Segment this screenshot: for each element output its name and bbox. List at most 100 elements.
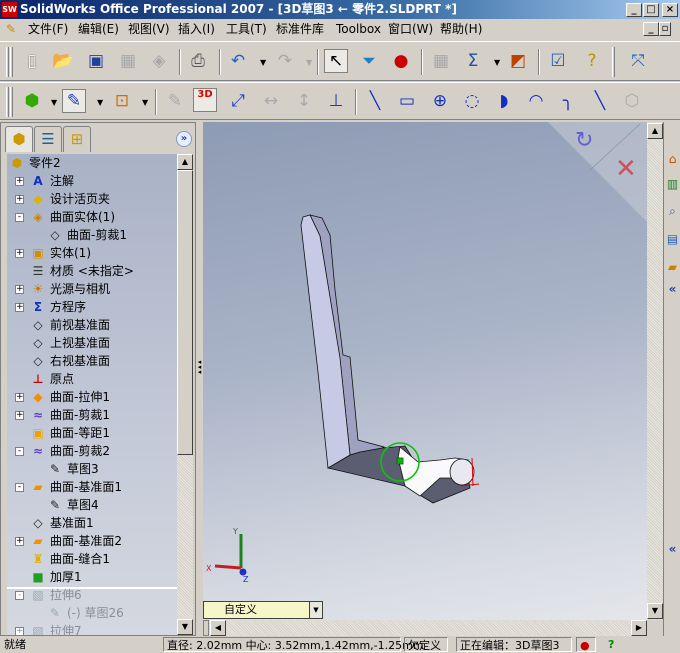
tree-item[interactable]: - ▧ 拉伸6: [15, 586, 82, 604]
document-menu-icon[interactable]: ✎: [4, 19, 18, 40]
exit-sketch-icon[interactable]: ↻: [575, 128, 593, 153]
maximize-button[interactable]: □: [643, 3, 659, 17]
menu-standard-parts[interactable]: 标准件库: [274, 19, 326, 40]
rectangle-icon[interactable]: ▭: [395, 89, 419, 113]
viewport-scroll-left-button[interactable]: ◀: [210, 620, 226, 636]
status-help-icon[interactable]: ?: [608, 637, 614, 652]
tree-item[interactable]: + ☀ 光源与相机: [15, 280, 110, 298]
make-drawing-icon[interactable]: ▦: [116, 49, 140, 73]
doc-restore-button[interactable]: ▫: [659, 22, 671, 36]
centerpoint-arc-icon[interactable]: ◗: [492, 89, 516, 113]
viewport-vertical-scrollbar[interactable]: [647, 122, 663, 620]
tab-featuremanager[interactable]: ⬢: [5, 126, 33, 152]
tree-item[interactable]: ☰ 材质 <未指定>: [15, 262, 134, 280]
tree-item[interactable]: ⊥ 原点: [15, 370, 75, 388]
menu-help[interactable]: 帮助(H): [438, 19, 484, 40]
tree-item[interactable]: ◇ 前视基准面: [15, 316, 110, 334]
home-icon[interactable]: ⌂: [665, 152, 680, 172]
expand-icon[interactable]: +: [15, 302, 24, 312]
undo-dropdown-icon[interactable]: ▼: [260, 58, 266, 67]
vertical-dimension-icon[interactable]: ↕: [292, 89, 316, 113]
reference-geometry-icon[interactable]: ⊡: [110, 89, 134, 113]
task-list-icon[interactable]: ☑: [546, 49, 570, 73]
expand-icon[interactable]: +: [15, 284, 24, 294]
3d-sketch-icon[interactable]: 3D: [193, 88, 217, 112]
tree-item[interactable]: ◇ 曲面-剪裁1: [47, 226, 127, 244]
scroll-down-button[interactable]: ▼: [177, 619, 193, 635]
tree-item[interactable]: + ◆ 曲面-拉伸1: [15, 388, 110, 406]
expand-icon[interactable]: +: [15, 392, 24, 402]
measure-dropdown-icon[interactable]: ▼: [494, 58, 500, 67]
sketch-launch-icon[interactable]: ⤧: [626, 49, 650, 73]
graphics-area[interactable]: Y X Z ↻ ✕ 自定义 ▼: [203, 122, 647, 620]
expand-icon[interactable]: +: [15, 410, 24, 420]
three-point-arc-icon[interactable]: ◠: [524, 89, 548, 113]
smart-dimension-icon[interactable]: ⤢: [226, 89, 250, 113]
sketch-icon[interactable]: ✎: [62, 89, 86, 113]
toolbar-grip[interactable]: [612, 47, 615, 77]
file-explorer-icon[interactable]: ⌕: [665, 204, 680, 224]
tree-item[interactable]: ✎ 草图3: [47, 460, 99, 478]
measure-icon[interactable]: Σ: [461, 49, 485, 73]
close-button[interactable]: ×: [662, 3, 678, 17]
horizontal-dimension-icon[interactable]: ↔: [259, 89, 283, 113]
collapse-icon[interactable]: -: [15, 212, 24, 222]
menu-window[interactable]: 窗口(W): [386, 19, 435, 40]
expand-icon[interactable]: +: [15, 536, 24, 546]
collapse-icon[interactable]: -: [15, 590, 24, 600]
sketch-fillet-icon[interactable]: ╮: [556, 89, 580, 113]
toolbar-grip[interactable]: [10, 47, 13, 77]
circle-icon[interactable]: ⊕: [428, 89, 452, 113]
design-library-icon[interactable]: ▥: [665, 177, 680, 197]
tab-propertymanager[interactable]: ☰: [34, 126, 62, 152]
panel-splitter-handle[interactable]: ◂ ◂ ◂: [196, 359, 203, 376]
expand-icon[interactable]: +: [15, 176, 24, 186]
selection-filter-icon[interactable]: ⏷: [357, 49, 381, 73]
chevron-down-icon[interactable]: ▼: [309, 602, 322, 618]
line-icon[interactable]: ╲: [363, 89, 387, 113]
tree-item[interactable]: ⬢ 零件2: [9, 154, 61, 172]
help-icon[interactable]: ?: [580, 49, 604, 73]
horizontal-split-handle[interactable]: [203, 620, 209, 636]
collapse-task-pane-icon[interactable]: «: [665, 282, 680, 302]
tree-item[interactable]: - ▰ 曲面-基准面1: [15, 478, 122, 496]
viewport-horizontal-scrollbar[interactable]: [203, 620, 647, 636]
display-analysis-icon[interactable]: ◩: [506, 49, 530, 73]
rebuild-traffic-light-icon[interactable]: ●: [389, 49, 413, 73]
toolbar-grip[interactable]: [6, 87, 9, 117]
menu-file[interactable]: 文件(F): [26, 19, 70, 40]
tree-item[interactable]: ▣ 曲面-等距1: [15, 424, 110, 442]
tree-item[interactable]: + Σ 方程序: [15, 298, 86, 316]
toolbar-grip[interactable]: [6, 47, 9, 77]
tree-item[interactable]: ✎ (-) 草图26: [47, 604, 124, 622]
polygon-icon[interactable]: ⬡: [620, 89, 644, 113]
tree-item[interactable]: ◇ 上视基准面: [15, 334, 110, 352]
reference-geometry-dropdown-icon[interactable]: ▼: [142, 98, 148, 107]
tree-item[interactable]: - ◈ 曲面实体(1): [15, 208, 115, 226]
toolbar-grip[interactable]: [10, 87, 13, 117]
expand-task-pane-icon[interactable]: «: [665, 542, 680, 562]
menu-toolbox[interactable]: Toolbox: [334, 19, 383, 40]
tree-scrollbar-thumb[interactable]: [177, 170, 193, 455]
tree-item[interactable]: + ◆ 设计活页夹: [15, 190, 110, 208]
tree-item[interactable]: + A 注解: [15, 172, 74, 190]
doc-minimize-button[interactable]: _: [643, 22, 659, 36]
expand-icon[interactable]: +: [15, 194, 24, 204]
undo-icon[interactable]: ↶: [226, 49, 250, 73]
minimize-button[interactable]: _: [626, 3, 642, 17]
view-palette-icon[interactable]: ▤: [665, 232, 680, 252]
sketch-chamfer-icon[interactable]: ╲: [588, 89, 612, 113]
open-folder-icon[interactable]: 📂: [51, 49, 75, 73]
viewport-scroll-down-button[interactable]: ▼: [647, 603, 663, 619]
tree-item[interactable]: + ▰ 曲面-基准面2: [15, 532, 122, 550]
redo-dropdown-icon[interactable]: ▼: [306, 58, 312, 67]
tree-item[interactable]: + ▧ 拉伸7: [15, 622, 82, 635]
tree-item[interactable]: ◇ 基准面1: [15, 514, 93, 532]
sketch-dropdown-icon[interactable]: ▼: [97, 98, 103, 107]
tree-item[interactable]: ◇ 右视基准面: [15, 352, 110, 370]
edit-sketch-icon[interactable]: ✎: [163, 89, 187, 113]
expand-icon[interactable]: +: [15, 626, 24, 635]
rebuild-status-icon[interactable]: ●: [576, 637, 596, 652]
make-assembly-icon[interactable]: ◈: [147, 49, 171, 73]
features-dropdown-icon[interactable]: ▼: [51, 98, 57, 107]
